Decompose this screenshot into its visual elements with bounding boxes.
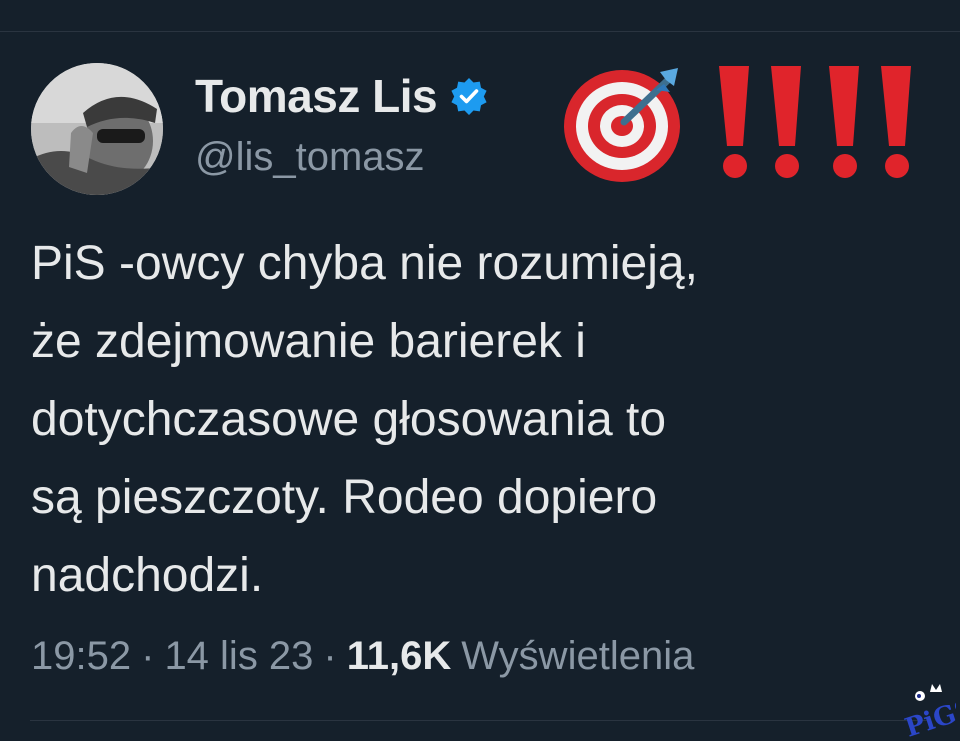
tweet-text: PiS -owcy chyba nie rozumieją, że zdejmo… xyxy=(31,225,931,615)
author-name-row[interactable]: Tomasz Lis xyxy=(195,68,489,124)
pigs-watermark-logo: PiGS xyxy=(902,684,956,738)
tweet-text-line: że zdejmowanie barierek i xyxy=(31,315,586,368)
target-dart-icon xyxy=(564,68,680,182)
double-exclamation-icon xyxy=(719,66,801,178)
author-handle[interactable]: @lis_tomasz xyxy=(195,135,425,180)
tweet-text-line: nadchodzi. xyxy=(31,549,264,602)
tweet-text-line: PiS -owcy chyba nie rozumieją, xyxy=(31,237,698,290)
meta-separator: · xyxy=(141,634,155,678)
views-label[interactable]: Wyświetlenia xyxy=(461,634,694,679)
double-exclamation-icon xyxy=(829,66,911,178)
views-count[interactable]: 11,6K xyxy=(347,634,452,679)
tweet-text-line: dotychczasowe głosowania to xyxy=(31,393,667,446)
tweet-meta: 19:52 · 14 lis 23 · 11,6K Wyświetlenia xyxy=(31,634,694,679)
author-display-name[interactable]: Tomasz Lis xyxy=(195,69,438,123)
verified-badge-icon xyxy=(451,78,487,115)
meta-separator: · xyxy=(323,634,337,678)
tweet-text-line: są pieszczoty. Rodeo dopiero xyxy=(31,471,658,524)
tweet-time[interactable]: 19:52 xyxy=(31,634,131,679)
tweet-card: Tomasz Lis @lis_tomasz PiS -owcy chyba n… xyxy=(0,0,960,741)
bottom-divider xyxy=(30,720,930,721)
tweet-date[interactable]: 14 lis 23 xyxy=(164,634,313,679)
svg-text:PiGS: PiGS xyxy=(902,693,956,738)
avatar[interactable] xyxy=(31,63,163,195)
